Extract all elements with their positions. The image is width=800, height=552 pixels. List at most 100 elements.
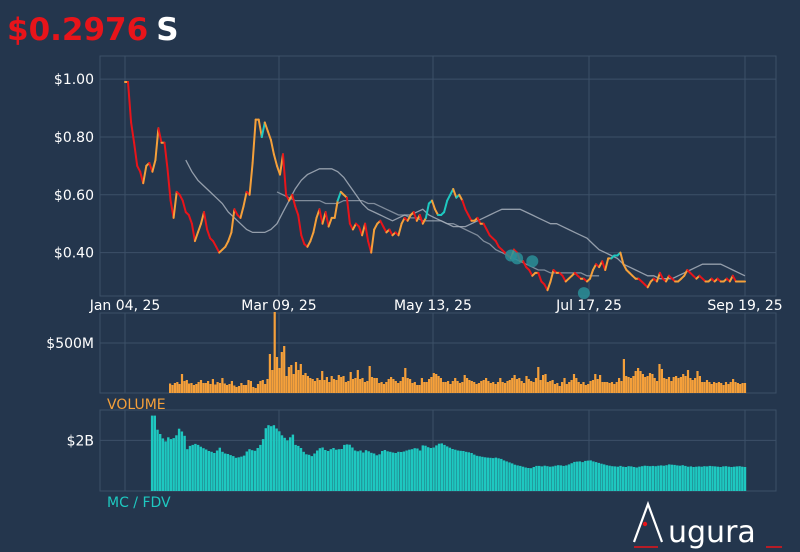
- mcfdv-bar: [294, 444, 297, 491]
- price-panel-frame: [99, 55, 777, 297]
- volume-bar: [409, 379, 412, 393]
- volume-bar: [397, 383, 400, 393]
- mcfdv-bar: [429, 448, 433, 491]
- volume-bar: [603, 382, 606, 393]
- price-segment: [206, 228, 212, 240]
- volume-bar: [523, 383, 526, 393]
- mcfdv-bar: [741, 466, 744, 491]
- volume-bar: [202, 383, 205, 393]
- volume-bar: [458, 383, 461, 393]
- price-segment: [272, 153, 278, 167]
- volume-bar: [370, 377, 374, 393]
- volume-bar: [599, 375, 602, 393]
- volume-bar: [565, 384, 568, 393]
- mcfdv-bar: [508, 462, 511, 491]
- price-segment: [230, 208, 236, 234]
- volume-bar: [658, 364, 661, 393]
- mcfdv-bar: [153, 415, 156, 491]
- volume-bar: [501, 382, 504, 393]
- volume-bar: [724, 382, 728, 393]
- mcfdv-bar: [340, 449, 343, 491]
- volume-bar: [646, 376, 649, 393]
- volume-bar: [618, 378, 621, 393]
- volume-bar: [629, 378, 633, 393]
- mcfdv-bar: [337, 449, 341, 491]
- logo-text: ugura: [668, 515, 756, 550]
- mcfdv-bar: [343, 444, 346, 491]
- volume-bar: [335, 380, 338, 393]
- volume-bar: [470, 381, 473, 393]
- volume-bar: [342, 376, 345, 393]
- volume-bar: [675, 376, 678, 393]
- mcfdv-bar: [299, 448, 303, 491]
- price-segment: [546, 280, 552, 292]
- mcfdv-bar: [521, 466, 525, 491]
- volume-bar: [302, 375, 305, 393]
- price-series: [124, 81, 746, 300]
- volume-bar: [672, 377, 675, 393]
- volume-bar: [214, 384, 217, 393]
- mcfdv-bar: [316, 450, 319, 491]
- mcfdv-bar: [686, 466, 690, 491]
- volume-bar: [653, 378, 656, 393]
- mcfdv-bar: [413, 448, 416, 491]
- mcfdv-bar: [548, 466, 552, 491]
- volume-bar: [435, 374, 438, 393]
- volume-bar: [330, 376, 333, 393]
- mcfdv-bar: [177, 428, 181, 491]
- volume-bar: [204, 383, 207, 393]
- mcfdv-bar: [362, 452, 365, 491]
- volume-bar: [482, 380, 485, 393]
- volume-bar: [542, 375, 545, 393]
- mcfdv-bar: [540, 466, 544, 491]
- mcfdv-bar: [456, 450, 460, 491]
- mcfdv-bar: [421, 445, 424, 491]
- volume-bar: [532, 382, 535, 393]
- mcfdv-bar: [684, 465, 687, 491]
- volume-bar: [527, 379, 530, 393]
- mcfdv-bar: [578, 461, 581, 491]
- volume-bar: [734, 382, 737, 393]
- volume-bar: [494, 384, 497, 393]
- volume-bar: [344, 382, 347, 393]
- volume-bar: [622, 359, 625, 393]
- volume-bar: [660, 369, 663, 393]
- mcfdv-bar: [199, 446, 202, 491]
- price-segment: [345, 196, 351, 225]
- mcfdv-bar: [562, 465, 565, 491]
- volume-bar: [454, 378, 457, 393]
- mcfdv-bar: [681, 465, 684, 491]
- volume-bar: [183, 381, 186, 393]
- volume-bar: [256, 384, 260, 393]
- volume-bar: [252, 387, 255, 393]
- mcfdv-bar: [313, 453, 316, 491]
- volume-bar: [264, 384, 267, 393]
- x-tick-label: Mar 09, 25: [241, 298, 316, 314]
- volume-bar: [485, 378, 488, 393]
- volume-bar: [413, 382, 416, 393]
- mcfdv-bar: [668, 464, 671, 491]
- mcfdv-bar: [467, 452, 470, 491]
- event-marker: [511, 252, 524, 265]
- price-segment: [324, 211, 330, 228]
- mcfdv-bar: [205, 449, 208, 491]
- volume-bar: [741, 383, 744, 393]
- volume-bar: [682, 374, 685, 393]
- mcfdv-bar: [278, 431, 281, 491]
- chart-grid: [99, 55, 777, 492]
- volume-bar: [720, 383, 723, 393]
- volume-bar: [261, 380, 264, 393]
- volume-bar: [468, 380, 471, 393]
- mcfdv-bar: [275, 428, 278, 491]
- price-y-tick-label: $0.40: [54, 246, 94, 262]
- volume-bars: [169, 312, 747, 393]
- price-segment: [130, 121, 136, 144]
- volume-bar: [663, 378, 666, 393]
- price-segment: [424, 202, 430, 219]
- mcfdv-bar: [251, 450, 254, 491]
- mcfdv-bar: [394, 453, 397, 491]
- volume-bar: [283, 346, 286, 393]
- volume-bar: [226, 385, 229, 393]
- mcfdv-bar: [502, 460, 506, 491]
- mcfdv-bar: [297, 445, 300, 491]
